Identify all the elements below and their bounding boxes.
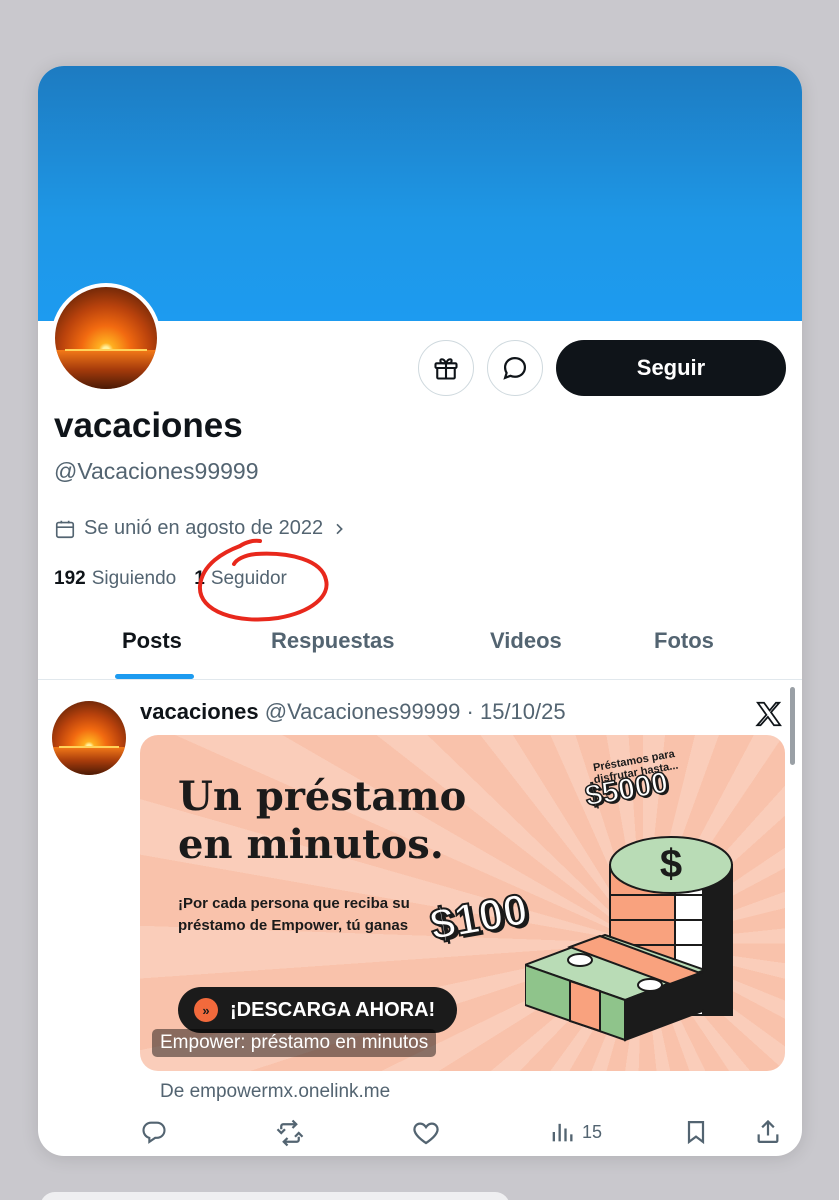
reply-icon — [142, 1121, 166, 1144]
ad-title-line2: en minutos. — [178, 821, 444, 868]
profile-avatar[interactable] — [51, 283, 161, 393]
bookmark-button[interactable] — [682, 1118, 710, 1146]
post-date[interactable]: 15/10/25 — [480, 699, 566, 724]
post-separator: · — [466, 699, 474, 724]
ad-card[interactable]: Un préstamo en minutos. ¡Por cada person… — [140, 735, 785, 1071]
ad-amount-small: $100 — [425, 884, 532, 951]
bookmark-icon — [687, 1120, 705, 1145]
repost-button[interactable] — [275, 1118, 305, 1148]
ad-cta-label: ¡DESCARGA AHORA! — [230, 998, 436, 1021]
follow-stats: 192 Siguiendo 1 Seguidor — [54, 568, 287, 590]
tab-respuestas[interactable]: Respuestas — [271, 628, 395, 654]
reply-button[interactable] — [140, 1118, 168, 1146]
tab-fotos[interactable]: Fotos — [654, 628, 714, 654]
post-header: vacaciones @Vacaciones99999 · 15/10/25 — [140, 699, 566, 725]
svg-text:$: $ — [660, 842, 682, 886]
post[interactable]: vacaciones @Vacaciones99999 · 15/10/25 U… — [38, 681, 802, 1156]
ad-caption: Empower: préstamo en minutos — [152, 1029, 437, 1057]
ad-body: ¡Por cada persona que reciba su préstamo… — [178, 895, 410, 934]
background-pill — [40, 1192, 510, 1200]
ad-title-line1: Un préstamo — [178, 773, 467, 820]
display-name: vacaciones — [54, 406, 243, 445]
tab-videos[interactable]: Videos — [490, 628, 562, 654]
like-button[interactable] — [411, 1118, 441, 1148]
profile-handle: @Vacaciones99999 — [54, 458, 259, 484]
joined-date[interactable]: Se unió en agosto de 2022 — [54, 517, 347, 540]
gift-icon — [434, 358, 458, 380]
views-count: 15 — [582, 1121, 603, 1142]
profile-card: Seguir vacaciones @Vacaciones99999 Se un… — [38, 66, 802, 1156]
followers-label: Seguidor — [210, 568, 287, 589]
tab-posts[interactable]: Posts — [122, 628, 182, 654]
like-icon — [413, 1122, 439, 1145]
message-button[interactable] — [487, 340, 543, 396]
followers-count: 1 — [194, 568, 205, 589]
repost-icon — [276, 1119, 304, 1147]
following-count: 192 — [54, 568, 86, 589]
followers-link[interactable]: 1 Seguidor — [194, 568, 287, 590]
joined-label: Se unió en agosto de 2022 — [84, 517, 324, 539]
post-handle[interactable]: @Vacaciones99999 — [265, 699, 461, 724]
following-link[interactable]: 192 Siguiendo — [54, 568, 176, 590]
post-avatar[interactable] — [52, 701, 126, 775]
empower-logo-icon: » — [194, 998, 218, 1022]
views-icon — [552, 1123, 573, 1142]
share-button[interactable] — [754, 1118, 782, 1146]
profile-banner — [38, 66, 802, 321]
post-author[interactable]: vacaciones — [140, 699, 259, 724]
profile-tabs: Posts Respuestas Videos Fotos — [38, 606, 802, 680]
following-label: Siguiendo — [91, 568, 177, 589]
ad-title: Un préstamo en minutos. — [178, 773, 466, 869]
calendar-icon — [55, 520, 75, 538]
post-actions: 15 — [38, 1118, 802, 1154]
coins-and-cash-illustration: $ — [525, 836, 733, 1042]
x-logo-icon[interactable] — [754, 699, 784, 729]
views-button[interactable]: 15 — [548, 1118, 602, 1146]
scrollbar[interactable] — [790, 687, 795, 765]
gift-button[interactable] — [418, 340, 474, 396]
ad-source-link[interactable]: De empowermx.onelink.me — [160, 1081, 390, 1103]
follow-button[interactable]: Seguir — [556, 340, 786, 396]
active-tab-indicator — [115, 674, 194, 679]
message-icon — [503, 356, 527, 380]
chevron-right-icon — [336, 523, 343, 534]
ad-download-button[interactable]: » ¡DESCARGA AHORA! — [178, 987, 458, 1033]
share-icon — [757, 1119, 779, 1144]
